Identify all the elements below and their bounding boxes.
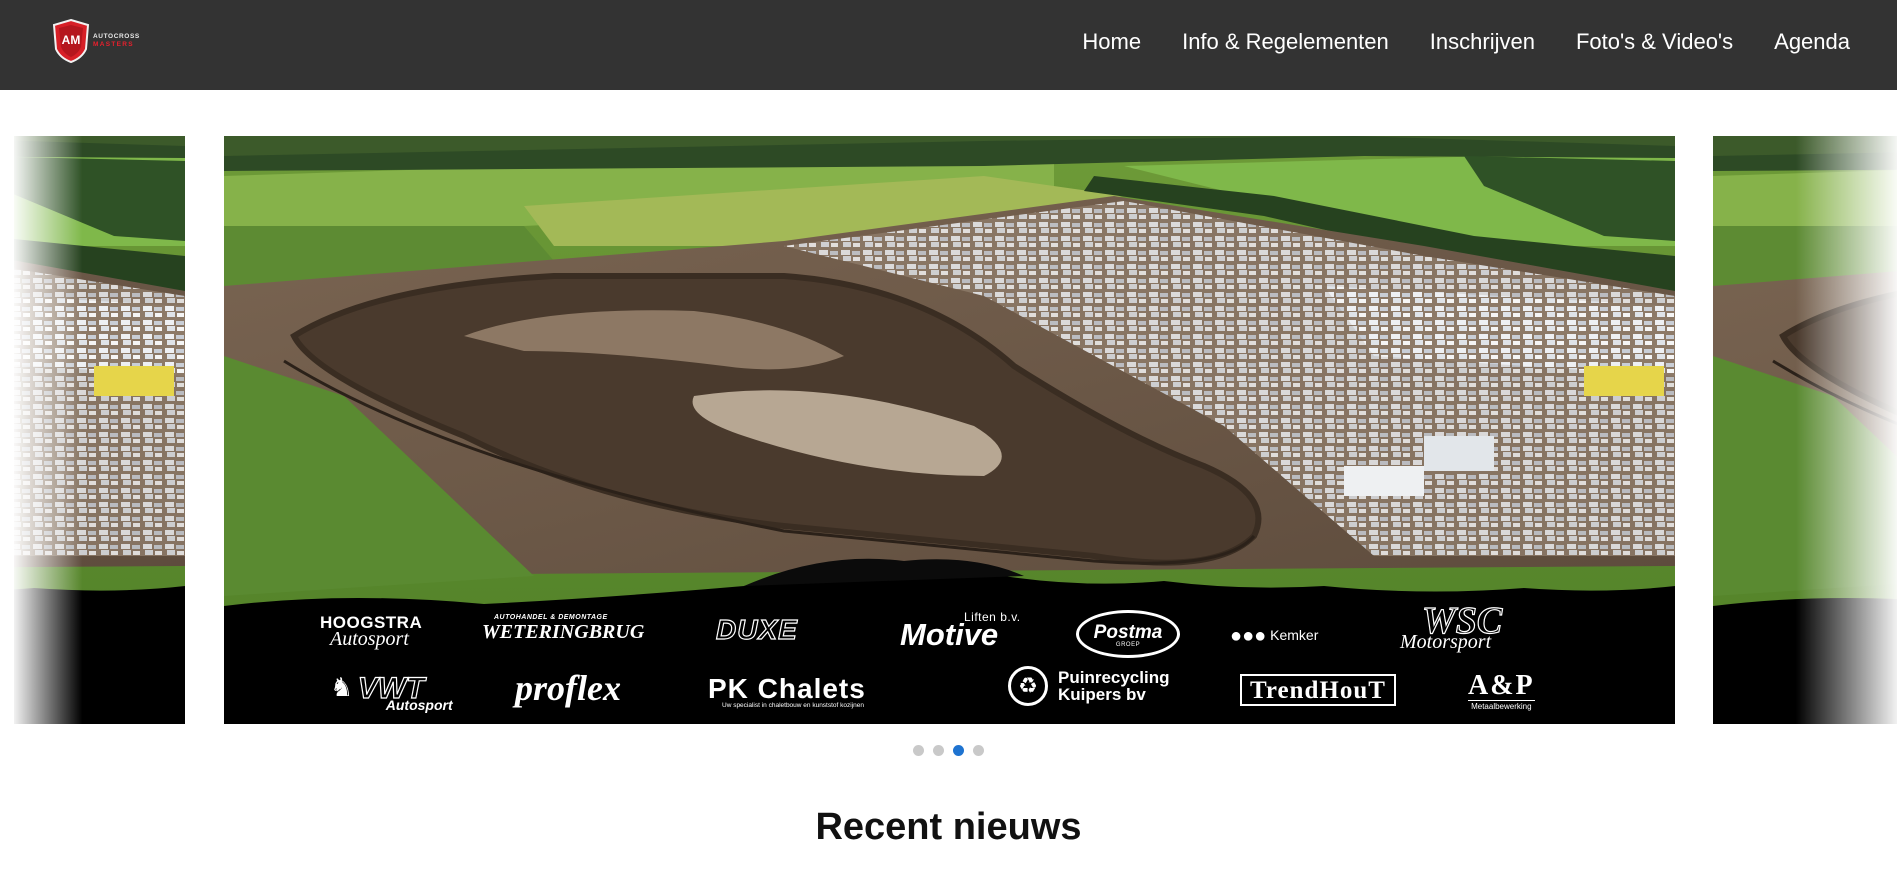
logo-shield-icon: AM [52, 19, 90, 63]
carousel-slide-next[interactable] [1713, 136, 1897, 724]
main-nav: Home Info & Regelementen Inschrijven Fot… [1082, 0, 1850, 84]
nav-fotos-videos[interactable]: Foto's & Video's [1576, 29, 1733, 55]
nav-agenda[interactable]: Agenda [1774, 29, 1850, 55]
carousel-dot-1[interactable] [913, 745, 924, 756]
sponsor-ap-logo: A&P Metaalbewerking [1468, 670, 1535, 711]
sponsor-postma-logo: Postma GROEP [1076, 610, 1180, 658]
sponsor-vwt-logo: ♞ VWT Autosport [330, 672, 453, 713]
carousel-dot-2[interactable] [933, 745, 944, 756]
carousel-pagination [0, 745, 1897, 756]
sponsor-kemker-logo: ●●● Kemker [1230, 625, 1319, 647]
nav-inschrijven[interactable]: Inschrijven [1430, 29, 1535, 55]
sponsor-hoogstra-logo: HOOGSTRA Autosport [320, 613, 423, 650]
carousel-dot-4[interactable] [973, 745, 984, 756]
recent-news-heading: Recent nieuws [815, 806, 1082, 848]
nav-info-regelementen[interactable]: Info & Regelementen [1182, 29, 1389, 55]
sponsor-proflex-logo: proflex [515, 668, 621, 708]
carousel-slide-previous[interactable] [14, 136, 185, 724]
horse-icon: ♞ [330, 672, 354, 702]
site-header: AM AUTOCROSS MASTERS Home Info & Regelem… [0, 0, 1897, 90]
logo-wordmark: AUTOCROSS MASTERS [93, 32, 140, 49]
sponsor-duxe-logo: DUXE [715, 614, 798, 645]
sponsor-trendhout-logo: TrendHouT [1240, 674, 1396, 706]
nav-home[interactable]: Home [1082, 29, 1141, 55]
logo-line1: AUTOCROSS [93, 32, 140, 40]
carousel-slide-active[interactable]: HOOGSTRA Autosport AUTOHANDEL & DEMONTAG… [224, 136, 1675, 724]
logo-badge-text: AM [62, 33, 81, 47]
carousel-dot-3[interactable] [953, 745, 964, 756]
sponsor-kuipers-logo: ♻ Puinrecycling Kuipers bv [1008, 666, 1169, 706]
sponsor-motive-logo: Liften b.v. Motive [900, 610, 1021, 652]
recycle-icon: ♻ [1008, 666, 1048, 706]
site-logo[interactable]: AM AUTOCROSS MASTERS [52, 19, 140, 63]
logo-line2: MASTERS [93, 41, 134, 48]
sponsor-pk-chalets-logo: PK Chalets Uw specialist in chaletbouw e… [708, 673, 866, 709]
sponsor-wsc-logo: WSC Motorsport [1400, 600, 1503, 653]
image-carousel[interactable]: HOOGSTRA Autosport AUTOHANDEL & DEMONTAG… [0, 136, 1897, 724]
sponsor-weteringbrug-logo: AUTOHANDEL & DEMONTAGE WETERINGBRUG [482, 614, 645, 643]
